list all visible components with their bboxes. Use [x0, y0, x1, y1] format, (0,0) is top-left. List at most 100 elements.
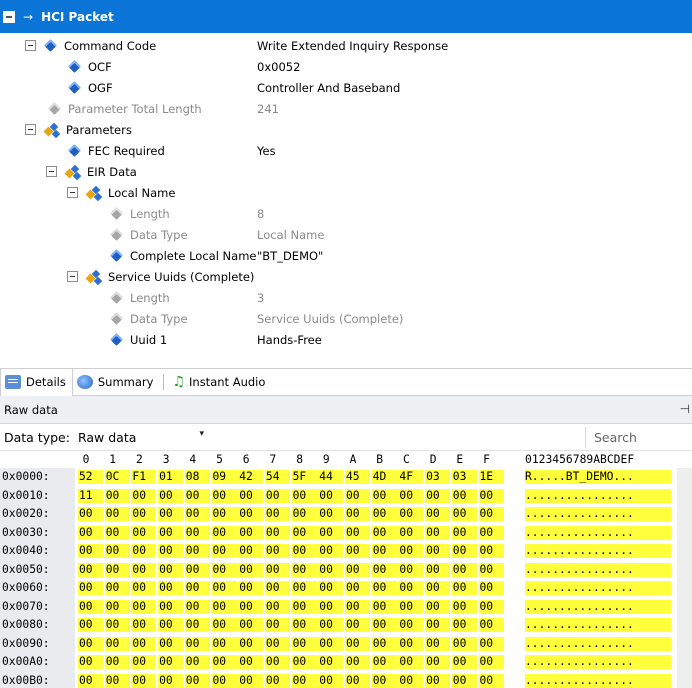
- hex-byte[interactable]: 00: [345, 599, 370, 614]
- hex-byte[interactable]: 00: [158, 581, 184, 595]
- hex-byte[interactable]: 00: [478, 599, 504, 614]
- hex-byte[interactable]: 00: [264, 636, 290, 651]
- hex-byte[interactable]: 00: [104, 655, 130, 669]
- hex-byte[interactable]: 00: [478, 507, 504, 521]
- hex-byte[interactable]: 00: [158, 618, 184, 632]
- hex-byte[interactable]: 00: [158, 488, 184, 503]
- hex-row-ascii[interactable]: R.....BT_DEMO...: [525, 470, 671, 484]
- hex-byte[interactable]: 00: [451, 507, 477, 521]
- hex-byte[interactable]: 00: [131, 599, 157, 614]
- hex-byte[interactable]: 00: [78, 544, 103, 558]
- tree-row-service-uuids[interactable]: Service Uuids (Complete): [0, 266, 692, 287]
- collapse-toggle-icon[interactable]: [25, 40, 36, 51]
- tab-details[interactable]: Details: [0, 368, 73, 396]
- hex-byte[interactable]: 00: [264, 507, 290, 521]
- hex-row-ascii[interactable]: ................: [525, 525, 671, 540]
- hex-byte[interactable]: 00: [318, 581, 344, 595]
- hex-byte[interactable]: 00: [478, 525, 504, 540]
- hex-byte[interactable]: 00: [345, 525, 370, 540]
- tree-row-command-code[interactable]: Command Code Write Extended Inquiry Resp…: [0, 35, 692, 56]
- hex-byte[interactable]: 00: [345, 544, 370, 558]
- hex-byte[interactable]: 00: [398, 599, 424, 614]
- tab-summary[interactable]: Summary: [73, 369, 160, 396]
- pin-icon[interactable]: ⊣: [680, 402, 690, 416]
- hex-byte[interactable]: 00: [184, 636, 210, 651]
- hex-byte[interactable]: 00: [425, 618, 451, 632]
- hex-byte[interactable]: 00: [398, 507, 424, 521]
- hex-byte[interactable]: 00: [104, 618, 130, 632]
- hex-byte[interactable]: 00: [318, 618, 344, 632]
- hex-byte[interactable]: 00: [345, 562, 370, 577]
- hex-row-ascii[interactable]: ................: [525, 673, 671, 688]
- hex-byte[interactable]: 00: [291, 581, 317, 595]
- hex-byte[interactable]: 00: [104, 507, 130, 521]
- hex-byte[interactable]: 00: [425, 599, 451, 614]
- hex-byte[interactable]: 00: [345, 636, 370, 651]
- hex-byte[interactable]: 00: [78, 525, 103, 540]
- hex-byte[interactable]: 00: [264, 562, 290, 577]
- hex-byte[interactable]: 00: [158, 544, 184, 558]
- hex-byte[interactable]: 00: [184, 544, 210, 558]
- hex-byte[interactable]: 00: [158, 525, 184, 540]
- hex-byte[interactable]: 00: [238, 525, 264, 540]
- hex-byte[interactable]: 00: [451, 673, 477, 688]
- data-type-select[interactable]: Raw data ▾: [78, 427, 206, 447]
- hex-byte[interactable]: 00: [131, 636, 157, 651]
- hex-byte[interactable]: 00: [291, 599, 317, 614]
- hex-byte[interactable]: 00: [131, 673, 157, 688]
- tree-row-service-uuids-data-type[interactable]: Data Type Service Uuids (Complete): [0, 308, 692, 329]
- hex-byte[interactable]: 00: [238, 562, 264, 577]
- hex-byte[interactable]: 00: [318, 636, 344, 651]
- tree-row-complete-local-name[interactable]: Complete Local Name "BT_DEMO": [0, 245, 692, 266]
- hex-byte[interactable]: 00: [318, 562, 344, 577]
- hex-byte[interactable]: 00: [451, 599, 477, 614]
- hex-row-ascii[interactable]: ................: [525, 618, 671, 632]
- hex-byte[interactable]: 00: [318, 525, 344, 540]
- hex-byte[interactable]: 1E: [478, 470, 504, 484]
- hex-byte[interactable]: 00: [398, 673, 424, 688]
- hex-byte[interactable]: 00: [345, 581, 370, 595]
- hex-byte[interactable]: 00: [451, 618, 477, 632]
- hex-byte[interactable]: 00: [211, 673, 237, 688]
- hex-byte[interactable]: 00: [478, 581, 504, 595]
- hex-byte[interactable]: 00: [291, 618, 317, 632]
- hex-byte[interactable]: 00: [291, 673, 317, 688]
- hex-byte[interactable]: 00: [425, 581, 451, 595]
- hex-byte[interactable]: 00: [291, 525, 317, 540]
- hex-byte[interactable]: 00: [371, 636, 397, 651]
- hex-byte[interactable]: 00: [478, 562, 504, 577]
- hex-byte[interactable]: 00: [291, 507, 317, 521]
- hex-byte[interactable]: 00: [451, 544, 477, 558]
- hex-byte[interactable]: 00: [371, 599, 397, 614]
- hex-byte[interactable]: 00: [398, 525, 424, 540]
- tree-row-eir-data[interactable]: EIR Data: [0, 161, 692, 182]
- hex-byte[interactable]: 00: [425, 525, 451, 540]
- hex-byte[interactable]: 00: [451, 636, 477, 651]
- hex-row-ascii[interactable]: ................: [525, 655, 671, 669]
- hex-byte[interactable]: 00: [104, 544, 130, 558]
- hex-byte[interactable]: 00: [131, 525, 157, 540]
- hex-byte[interactable]: 00: [104, 599, 130, 614]
- hex-byte[interactable]: 00: [371, 488, 397, 503]
- hex-byte[interactable]: 00: [211, 655, 237, 669]
- hex-byte[interactable]: 00: [345, 488, 370, 503]
- hex-row-ascii[interactable]: ................: [525, 599, 671, 614]
- hex-byte[interactable]: 00: [104, 562, 130, 577]
- hex-byte[interactable]: 44: [318, 470, 344, 484]
- hex-byte[interactable]: 00: [318, 655, 344, 669]
- collapse-toggle-icon[interactable]: [46, 166, 57, 177]
- hex-byte[interactable]: 00: [371, 562, 397, 577]
- hex-byte[interactable]: 00: [451, 581, 477, 595]
- hex-row-ascii[interactable]: ................: [525, 581, 671, 595]
- tree-row-parameters[interactable]: Parameters: [0, 119, 692, 140]
- hex-byte[interactable]: 00: [238, 673, 264, 688]
- hex-byte[interactable]: 00: [104, 673, 130, 688]
- hex-byte[interactable]: 00: [478, 618, 504, 632]
- hex-byte[interactable]: 00: [238, 636, 264, 651]
- hex-byte[interactable]: 42: [238, 470, 264, 484]
- hex-byte[interactable]: 00: [158, 655, 184, 669]
- hex-byte[interactable]: 4F: [398, 470, 424, 484]
- tree-row-local-name[interactable]: Local Name: [0, 182, 692, 203]
- hex-byte[interactable]: 00: [78, 655, 103, 669]
- hex-byte[interactable]: 5F: [291, 470, 317, 484]
